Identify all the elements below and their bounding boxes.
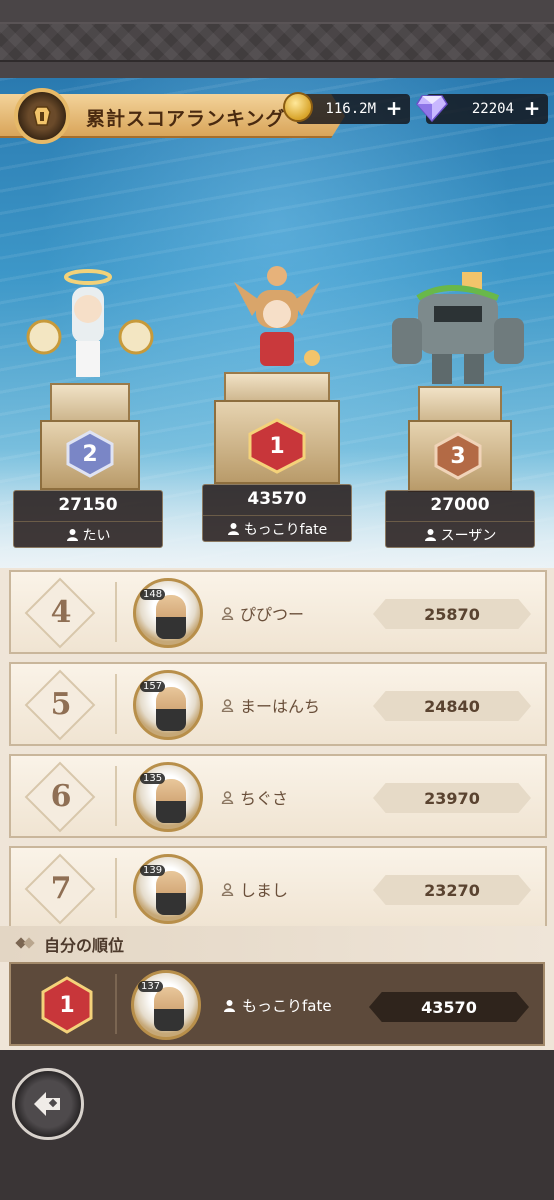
podium-3-rank-badge: 3 <box>432 432 484 480</box>
avatar[interactable]: 139 <box>133 854 203 924</box>
rank-number: 5 <box>50 686 72 722</box>
self-rank-badge: 1 <box>39 976 95 1034</box>
rank-number: 4 <box>50 594 72 630</box>
self-rank-row[interactable]: 1 137 もっこりfate 43570 <box>9 962 545 1046</box>
person-icon <box>221 698 234 712</box>
gold-counter[interactable]: 116.2M + <box>296 94 410 124</box>
avatar[interactable]: 157 <box>133 670 203 740</box>
self-rank-header: 自分の順位 <box>0 926 554 962</box>
table-row[interactable]: 6 135 ちぐさ 23970 <box>9 754 547 838</box>
player-name: ちぐさ <box>240 789 289 808</box>
avatar[interactable]: 137 <box>131 970 201 1040</box>
player-name: しまし <box>240 881 289 900</box>
self-score: 43570 <box>369 992 529 1022</box>
table-row[interactable]: 7 139 しまし 23270 <box>9 846 547 930</box>
ranking-screen: 累計スコアランキング 116.2M + 22204 + 2 27150 たい 1… <box>0 0 554 1200</box>
person-icon <box>227 523 239 535</box>
player-name-row: まーはんち <box>221 693 320 717</box>
podium-1-rank-number: 1 <box>269 433 285 459</box>
player-name: まーはんち <box>240 697 321 716</box>
podium-2-rank-number: 2 <box>82 441 98 467</box>
podium-2-score-card[interactable]: 27150 たい <box>13 490 163 548</box>
lantern-icon <box>14 88 70 144</box>
self-rank-title: 自分の順位 <box>44 936 125 955</box>
player-name-row: ちぐさ <box>221 785 288 809</box>
player-score: 24840 <box>373 691 531 721</box>
top-frieze <box>0 0 554 78</box>
person-icon <box>224 1000 235 1012</box>
person-icon <box>221 606 234 620</box>
podium-1-rank-badge: 1 <box>246 418 308 474</box>
person-icon <box>221 790 234 804</box>
podium-1-name: もっこりfate <box>243 521 328 538</box>
back-button[interactable] <box>12 1068 84 1140</box>
podium-2-name: たい <box>82 527 111 544</box>
podium-2-character[interactable] <box>18 265 158 385</box>
podium-3-character[interactable] <box>388 268 528 390</box>
podium-3-score: 27000 <box>430 495 490 515</box>
gold-coin-icon <box>283 92 313 122</box>
table-row[interactable]: 4 148 ぴぴつー 25870 <box>9 570 547 654</box>
avatar[interactable]: 135 <box>133 762 203 832</box>
self-rank-number: 1 <box>59 992 75 1018</box>
self-name-row: もっこりfate <box>223 995 332 1016</box>
level-badge: 157 <box>140 681 166 692</box>
self-name: もっこりfate <box>242 997 332 1015</box>
podium-1-character[interactable] <box>212 262 342 380</box>
player-score: 25870 <box>373 599 531 629</box>
podium-2-rank-badge: 2 <box>64 430 116 478</box>
back-arrow-icon <box>34 1092 60 1116</box>
person-icon <box>424 529 436 541</box>
person-icon <box>66 529 78 541</box>
player-name-row: ぴぴつー <box>221 601 304 625</box>
podium-1-score-card[interactable]: 43570 もっこりfate <box>202 484 352 542</box>
rank-number: 6 <box>50 778 72 814</box>
podium-3-rank-number: 3 <box>450 443 466 469</box>
podium-2-pedestal <box>50 383 130 423</box>
bottom-bar <box>0 1050 554 1200</box>
player-score: 23970 <box>373 783 531 813</box>
avatar[interactable]: 148 <box>133 578 203 648</box>
player-name: ぴぴつー <box>240 605 305 624</box>
podium-3-name-row: スーザン <box>386 521 534 547</box>
double-diamond-icon <box>15 937 35 949</box>
level-badge: 148 <box>140 589 166 600</box>
podium-3-name: スーザン <box>440 527 497 544</box>
page-title: 累計スコアランキング <box>86 108 286 130</box>
rank-number: 7 <box>50 870 72 906</box>
podium-1-name-row: もっこりfate <box>203 515 351 541</box>
podium-2-score: 27150 <box>58 495 118 515</box>
level-badge: 139 <box>140 865 166 876</box>
level-badge: 135 <box>140 773 166 784</box>
gem-value: 22204 <box>471 101 514 117</box>
gem-icon <box>416 95 448 122</box>
level-badge: 137 <box>138 981 164 992</box>
gold-value: 116.2M <box>325 101 376 117</box>
add-gem-button[interactable]: + <box>522 98 542 119</box>
player-name-row: しまし <box>221 877 288 901</box>
podium-3-pedestal <box>418 386 502 424</box>
player-score: 23270 <box>373 875 531 905</box>
add-gold-button[interactable]: + <box>384 98 404 119</box>
podium-3-score-card[interactable]: 27000 スーザン <box>385 490 535 548</box>
podium-2-name-row: たい <box>14 521 162 547</box>
table-row[interactable]: 5 157 まーはんち 24840 <box>9 662 547 746</box>
podium-1-score: 43570 <box>247 489 307 509</box>
person-icon <box>221 882 234 896</box>
